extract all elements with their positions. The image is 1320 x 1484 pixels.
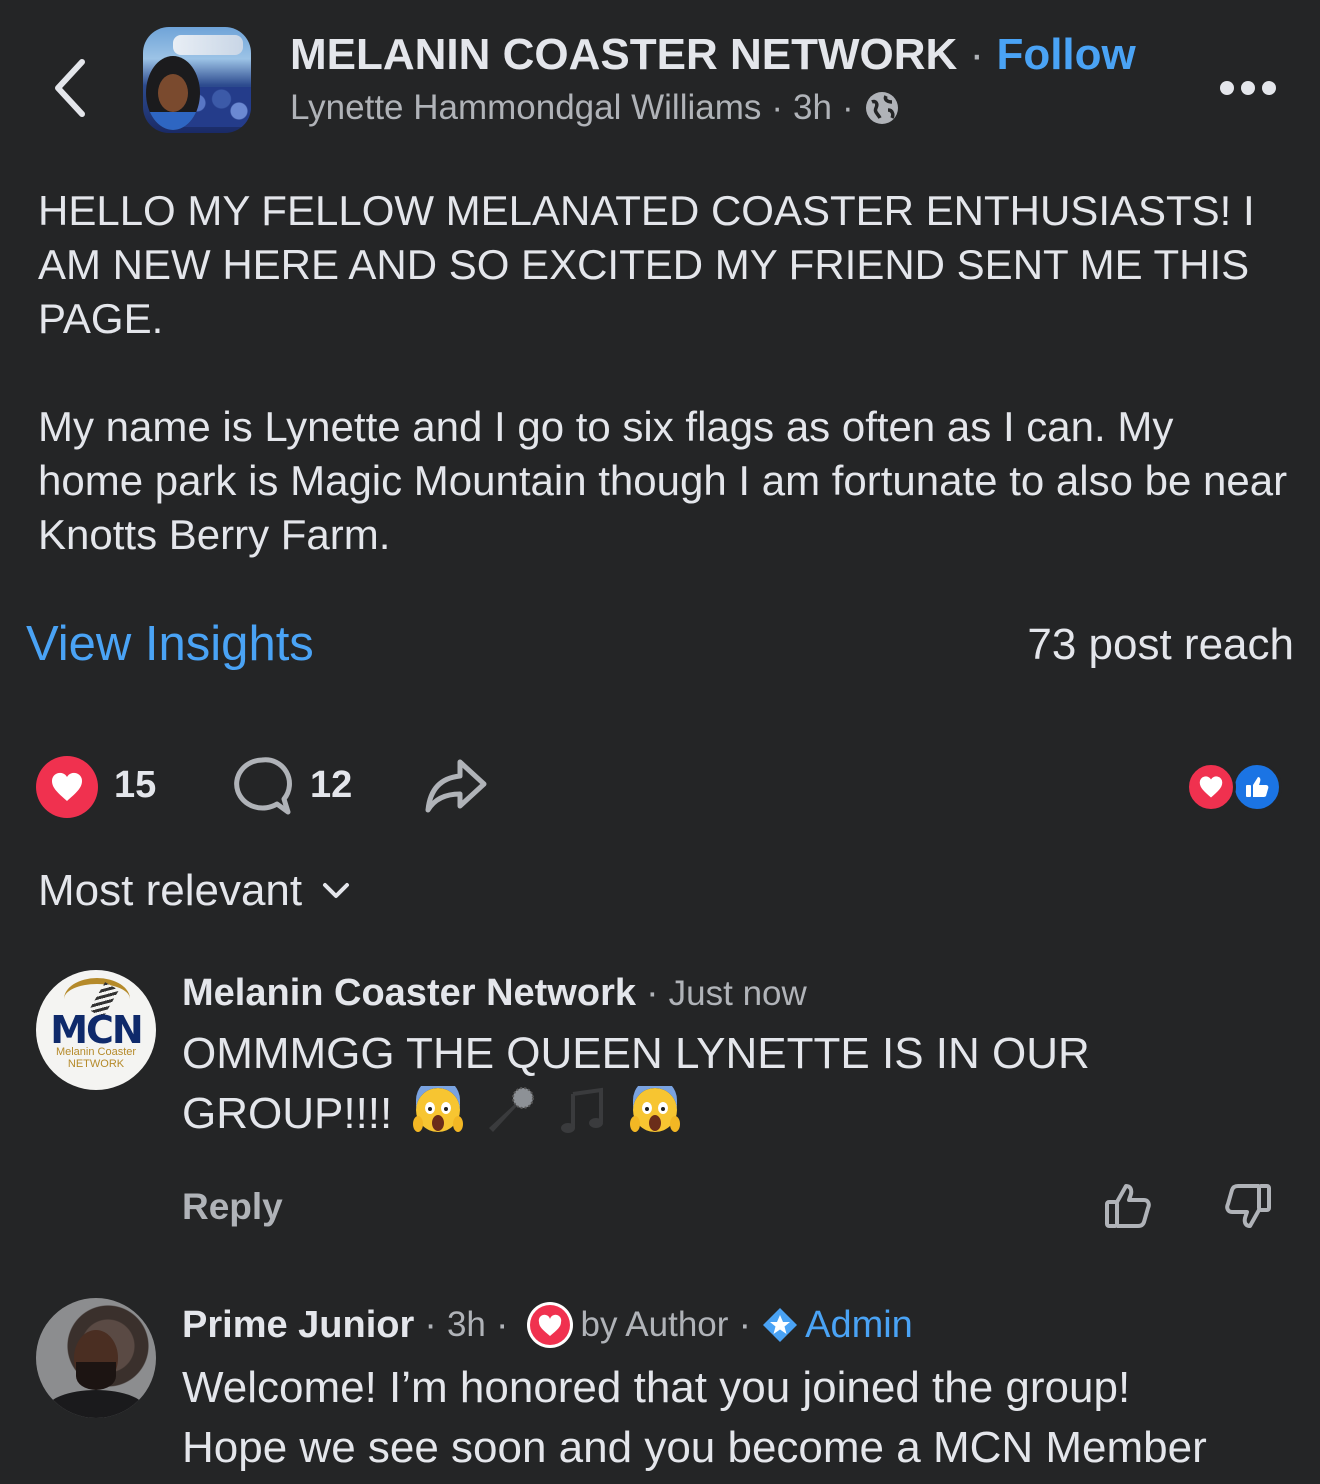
comment-header: Prime Junior · 3h · by Author · Admin [182, 1302, 913, 1348]
group-title-line: MELANIN COASTER NETWORK · Follow [290, 30, 1136, 80]
meta-dot: · [738, 1303, 752, 1346]
author-heart-icon [526, 1302, 573, 1348]
love-reaction-button[interactable] [36, 756, 98, 818]
back-arrow-icon[interactable] [50, 58, 90, 118]
view-insights-link[interactable]: View Insights [26, 616, 314, 672]
thumbs-up-icon [1232, 762, 1282, 812]
comment-body: Welcome! I’m honored that you joined the… [182, 1358, 1292, 1478]
sort-label: Most relevant [38, 866, 303, 915]
comment-text-line: Welcome! I’m honored that you joined the… [182, 1363, 1131, 1412]
more-options-icon[interactable] [1218, 76, 1278, 100]
share-icon[interactable] [424, 756, 488, 816]
chevron-down-icon [322, 882, 350, 900]
post-meta: Lynette Hammondgal Williams · 3h · [290, 88, 900, 128]
meta-dot: · [646, 972, 659, 1014]
admin-shield-icon [761, 1306, 799, 1344]
commenter-avatar[interactable]: MCN Melanin Coaster NETWORK [36, 970, 156, 1090]
comment-sort-dropdown[interactable]: Most relevant [38, 866, 350, 916]
comment-icon[interactable] [232, 756, 292, 816]
admin-badge[interactable]: Admin [761, 1304, 913, 1347]
comment-header: Melanin Coaster Network · Just now [182, 972, 807, 1015]
follow-button[interactable]: Follow [996, 30, 1135, 79]
author-badge: by Author [580, 1305, 729, 1344]
mcn-logo-subtext: Melanin Coaster NETWORK [55, 1046, 137, 1070]
author-avatar[interactable] [146, 56, 200, 130]
comment-author[interactable]: Prime Junior [182, 1304, 414, 1347]
reaction-summary[interactable] [1186, 762, 1286, 814]
post-paragraph: My name is Lynette and I go to six flags… [38, 403, 1288, 558]
globe-icon [864, 90, 900, 126]
music-notes-emoji-icon [557, 1086, 609, 1136]
post-paragraph: HELLO MY FELLOW MELANATED COASTER ENTHUS… [38, 187, 1255, 342]
comment-text-line: Hope we see soon and you become a MCN Me… [182, 1423, 1207, 1472]
heart-icon [1186, 762, 1236, 812]
post-reach: 73 post reach [1027, 620, 1294, 669]
group-name[interactable]: MELANIN COASTER NETWORK [290, 30, 957, 79]
upvote-icon[interactable] [1104, 1182, 1152, 1230]
downvote-icon[interactable] [1224, 1182, 1272, 1230]
reaction-count[interactable]: 15 [114, 764, 156, 807]
reply-button[interactable]: Reply [182, 1186, 283, 1228]
comment-time: Just now [668, 973, 807, 1013]
meta-dot: · [495, 1303, 509, 1346]
comment-author[interactable]: Melanin Coaster Network [182, 972, 636, 1015]
post-time[interactable]: 3h [793, 88, 832, 128]
author-name[interactable]: Lynette Hammondgal Williams [290, 88, 761, 128]
heart-icon [50, 771, 84, 803]
screaming-face-emoji-icon [629, 1078, 681, 1136]
title-separator: · [969, 30, 985, 79]
meta-dot: · [771, 88, 784, 127]
comment-count[interactable]: 12 [310, 764, 352, 807]
microphone-emoji-icon [485, 1086, 537, 1136]
meta-dot: · [841, 88, 854, 127]
comment-body: OMMMGG THE QUEEN LYNETTE IS IN OUR GROUP… [182, 1024, 1292, 1144]
comment-time: 3h [446, 1305, 486, 1344]
meta-dot: · [424, 1303, 437, 1346]
admin-label: Admin [805, 1303, 913, 1346]
commenter-avatar[interactable] [36, 1298, 156, 1418]
screaming-face-emoji-icon [412, 1078, 464, 1136]
